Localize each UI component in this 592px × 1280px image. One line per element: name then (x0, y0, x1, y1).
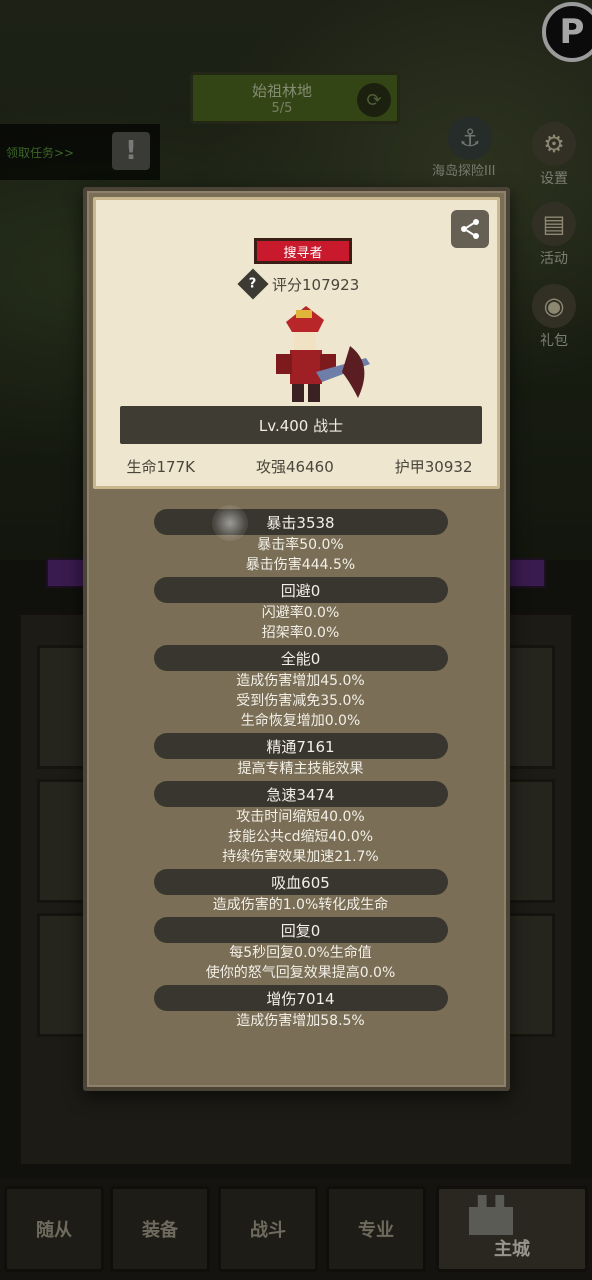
touch-indicator (212, 505, 248, 541)
attr-line: 持续伤害效果加速21.7% (222, 849, 379, 865)
attr-line: 提高专精主技能效果 (237, 761, 364, 777)
level-bar: Lv.400 战士 (120, 406, 482, 444)
attr-header-damage: 增伤7014 (153, 985, 448, 1011)
attr-line: 闪避率0.0% (261, 605, 340, 621)
attr-line: 造成伤害增加45.0% (236, 673, 365, 689)
attr-header-haste: 急速3474 (153, 781, 448, 807)
attr-header-versatility: 全能0 (153, 645, 448, 671)
attr-line: 使你的怒气回复效果提高0.0% (205, 965, 396, 981)
attr-line: 受到伤害减免35.0% (236, 693, 365, 709)
attr-line: 攻击时间缩短40.0% (236, 809, 365, 825)
hero-stat-health: 生命177K (126, 458, 195, 476)
attr-line: 生命恢复增加0.0% (240, 713, 361, 729)
hero-sprite (276, 306, 370, 402)
attr-header-evade: 回避0 (153, 577, 448, 603)
score-row: ? 评分107923 (237, 268, 360, 300)
share-icon[interactable] (451, 210, 489, 248)
attr-line: 招架率0.0% (261, 625, 340, 641)
attr-header-mastery: 精通7161 (153, 733, 448, 759)
class-badge: 搜寻者 (254, 238, 352, 264)
attr-header-crit: 暴击3538 (153, 509, 448, 535)
attr-header-regen: 回复0 (153, 917, 448, 943)
attr-line: 技能公共cd缩短40.0% (227, 829, 374, 845)
attr-line: 造成伤害的1.0%转化成生命 (212, 897, 389, 913)
character-detail-modal: 搜寻者 ? 评分107923 Lv.400 战士 生命177K 攻强46460 … (83, 187, 510, 1091)
hero-card: 搜寻者 ? 评分107923 Lv.400 战士 生命177K 攻强46460 … (93, 197, 500, 489)
attr-line: 每5秒回复0.0%生命值 (229, 945, 372, 961)
attribute-list: 暴击3538 暴击率50.0% 暴击伤害444.5% 回避0 闪避率0.0% 招… (87, 509, 514, 1031)
attr-line: 造成伤害增加58.5% (236, 1013, 365, 1029)
hero-stats: 生命177K 攻强46460 护甲30932 (96, 456, 503, 480)
hero-stat-armor: 护甲30932 (394, 458, 473, 476)
hero-score: 评分107923 (272, 275, 360, 294)
attr-header-leech: 吸血605 (153, 869, 448, 895)
attr-line: 暴击伤害444.5% (245, 557, 356, 573)
help-icon[interactable]: ? (237, 268, 269, 300)
hero-stat-attack: 攻强46460 (256, 458, 334, 476)
attr-line: 暴击率50.0% (257, 537, 344, 553)
